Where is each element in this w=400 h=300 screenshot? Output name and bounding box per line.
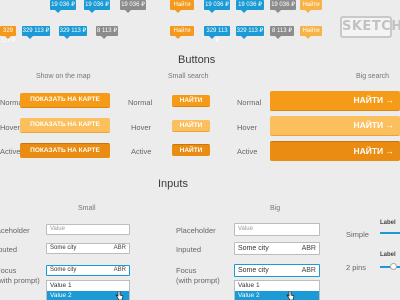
small-input-inputed[interactable]: Some city ABR <box>46 243 130 254</box>
price-tag[interactable]: 329 113 ₽ <box>236 26 264 39</box>
sketch-logo: SKETCH <box>340 16 400 38</box>
price-tag[interactable]: 329 113 ₽ <box>204 26 230 44</box>
col-label-small-search: Small search <box>168 73 209 80</box>
placeholder-text: Value <box>50 226 65 232</box>
big-prompt-dropdown: Value 1 Value 2 <box>234 280 320 300</box>
input-abr: ABR <box>301 267 316 274</box>
big-search-button-active[interactable]: НАЙТИ → <box>270 141 400 161</box>
price-tag[interactable]: 19 036 ₽ <box>204 0 230 13</box>
input-value: Some city <box>238 267 269 274</box>
col-label-show-on-map: Show on the map <box>36 73 91 80</box>
row-label-focus: Focus <box>0 266 17 275</box>
search-tag[interactable]: Найти <box>170 26 194 39</box>
big-search-button-normal[interactable]: НАЙТИ → <box>270 91 400 111</box>
big-input-placeholder[interactable]: Value <box>234 223 320 236</box>
row-label-hover-big: Hover <box>237 123 258 132</box>
hand-cursor-icon <box>286 291 295 300</box>
price-tag[interactable]: 8 113 ₽ <box>270 26 294 39</box>
slider-handle[interactable] <box>390 263 397 270</box>
price-tag[interactable]: 19 036 ₽ <box>50 0 76 13</box>
slider-simple-track[interactable] <box>380 232 400 234</box>
row-label-inputed-big: Inputed <box>176 245 202 254</box>
price-tag[interactable]: 329 113 ₽ <box>22 26 50 39</box>
row-label-placeholder-big: Placeholder <box>176 226 216 235</box>
slider-value-label: Label <box>380 252 396 258</box>
big-input-focus[interactable]: Some city ABR <box>234 264 320 277</box>
input-value: Some city <box>50 245 77 251</box>
search-tag[interactable]: Найти <box>170 0 194 13</box>
slider-two-pins-label: 2 pins <box>346 263 367 272</box>
row-label-hover-small: Hover <box>131 123 152 132</box>
price-tag[interactable]: 8 113 ₽ <box>96 26 118 39</box>
row-label-inputed: Inputed <box>0 245 18 254</box>
price-tag[interactable]: 19 036 ₽ <box>236 0 264 13</box>
price-tag[interactable]: 329 113 ₽ <box>0 26 16 44</box>
row-label-normal-small: Normal <box>128 98 153 107</box>
col-label-small: Small <box>78 205 96 212</box>
small-search-button-active[interactable]: НАЙТИ <box>172 144 210 156</box>
big-input-inputed[interactable]: Some city ABR <box>234 242 320 255</box>
row-label-active: Active <box>0 147 21 156</box>
input-value: Some city <box>50 267 77 273</box>
small-input-focus[interactable]: Some city ABR <box>46 265 130 276</box>
row-label-placeholder: Placeholder <box>0 226 30 235</box>
input-abr: ABR <box>113 245 126 251</box>
price-tag[interactable]: 19 036 ₽ <box>120 0 146 13</box>
row-label-focus-big: Focus <box>176 266 197 275</box>
row-label-focus-sub-big: (with prompt) <box>176 276 220 285</box>
row-label-active-small: Active <box>131 147 152 156</box>
price-tag[interactable]: 19 036 ₽ <box>270 0 296 13</box>
input-abr: ABR <box>301 245 316 252</box>
input-abr: ABR <box>113 267 126 273</box>
search-tag[interactable]: Найти <box>300 0 322 13</box>
inputs-section-title: Inputs <box>158 178 188 190</box>
small-search-button-normal[interactable]: НАЙТИ <box>172 95 210 107</box>
row-label-active-big: Active <box>237 147 258 156</box>
price-tag[interactable]: 329 113 ₽ <box>59 26 87 39</box>
price-tag[interactable]: 19 036 ₽ <box>84 0 110 13</box>
small-search-button-hover[interactable]: НАЙТИ <box>172 120 210 132</box>
row-label-focus-sub: (with prompt) <box>0 276 40 285</box>
input-value: Some city <box>238 245 269 252</box>
row-label-hover: Hover <box>0 123 21 132</box>
search-tag[interactable]: Найти <box>300 26 322 39</box>
small-input-placeholder[interactable]: Value <box>46 224 130 235</box>
dropdown-option-selected[interactable]: Value 2 <box>235 291 319 300</box>
col-label-big-search: Big search <box>356 73 390 80</box>
buttons-section-title: Buttons <box>178 54 216 66</box>
show-on-map-button-hover[interactable]: ПОКАЗАТЬ НА КАРТЕ <box>20 118 110 133</box>
dropdown-option[interactable]: Value 1 <box>235 281 319 291</box>
hand-cursor-icon <box>115 291 124 300</box>
col-label-big: Big <box>270 205 281 212</box>
show-on-map-button-active[interactable]: ПОКАЗАТЬ НА КАРТЕ <box>20 143 110 158</box>
placeholder-text: Value <box>238 226 253 232</box>
slider-value-label: Label <box>380 220 396 226</box>
big-search-button-hover[interactable]: НАЙТИ → <box>270 116 400 136</box>
row-label-normal-big: Normal <box>237 98 262 107</box>
dropdown-option[interactable]: Value 1 <box>47 281 129 291</box>
show-on-map-button-normal[interactable]: ПОКАЗАТЬ НА КАРТЕ <box>20 93 110 108</box>
slider-simple-label: Simple <box>346 230 369 239</box>
